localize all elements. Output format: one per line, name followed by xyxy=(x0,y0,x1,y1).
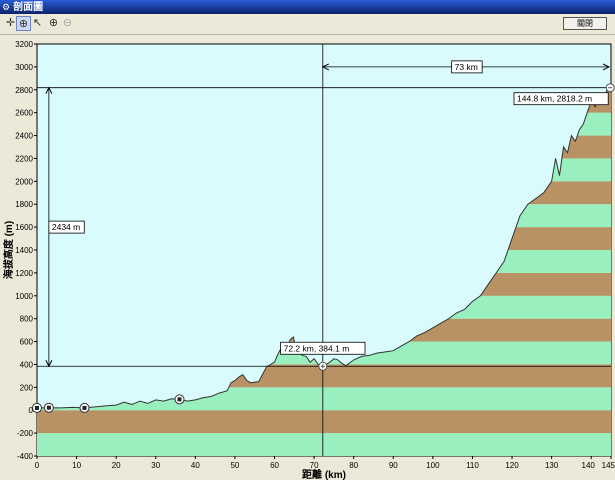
x-tick-label: 30 xyxy=(151,461,160,470)
elevation-band xyxy=(37,433,611,456)
x-tick-label: 145 xyxy=(602,461,615,470)
x-tick-label: 110 xyxy=(466,461,479,470)
y-tick-label: 600 xyxy=(20,338,34,347)
elevation-profile-chart[interactable]: -400 -200 0 200 400 600 800 1000 1200 1400 1600 180… xyxy=(0,35,615,480)
x-tick-label: 140 xyxy=(582,461,596,470)
y-tick-label: 2400 xyxy=(15,132,33,141)
x-tick-label: 40 xyxy=(191,461,200,470)
app-icon: ⚙ xyxy=(2,2,11,12)
marker-square-icon xyxy=(177,397,182,402)
y-tick-label: 1200 xyxy=(15,269,33,278)
close-button[interactable]: 關閉 xyxy=(563,17,607,30)
toolbar: ✛ ⊕ ↖ ⊕ ⊖ 關閉 xyxy=(0,14,615,35)
zoom-out-icon: ⊖ xyxy=(62,17,73,29)
y-tick-label: 1400 xyxy=(15,246,33,255)
end-point-label: 144.8 km, 2818.2 m xyxy=(517,94,592,104)
x-tick-label: 20 xyxy=(112,461,121,470)
y-tick-label: 3000 xyxy=(15,63,33,72)
y-tick-label: 1000 xyxy=(15,292,33,301)
y-tick-label: 2600 xyxy=(15,109,33,118)
y-tick-label: 1800 xyxy=(15,200,33,209)
marker-square-icon xyxy=(82,405,87,410)
x-tick-label: 0 xyxy=(35,461,40,470)
y-axis-label: 海拔高度 (m) xyxy=(2,221,15,279)
profile-window: ⚙ 剖面圖 ✛ ⊕ ↖ ⊕ ⊖ 關閉 -400 -200 0 200 400 600 800 1… xyxy=(0,0,615,480)
y-tick-label: -200 xyxy=(17,429,34,438)
crosshair-tool-button[interactable]: ⊕ xyxy=(16,16,31,31)
x-tick-label: 60 xyxy=(270,461,279,470)
title-bar: ⚙ 剖面圖 xyxy=(0,0,615,14)
zoom-in-button[interactable]: ⊕ xyxy=(46,16,61,31)
y-tick-label: 2200 xyxy=(15,154,33,163)
y-tick-label: 800 xyxy=(20,315,34,324)
y-tick-label: 1600 xyxy=(15,223,33,232)
x-tick-label: 70 xyxy=(310,461,319,470)
x-tick-label: 10 xyxy=(72,461,81,470)
marker-square-icon xyxy=(35,405,39,410)
x-tick-label: 80 xyxy=(349,461,358,470)
pointer-tool-button[interactable]: ↖ xyxy=(30,16,45,31)
x-tick-label: 90 xyxy=(389,461,398,470)
distance-label: 73 km xyxy=(455,62,478,72)
height-diff-label: 2434 m xyxy=(52,222,80,232)
y-tick-label: 200 xyxy=(20,383,34,392)
x-axis-label: 距離 (km) xyxy=(302,468,346,480)
x-tick-label: 50 xyxy=(230,461,239,470)
elevation-band xyxy=(37,410,611,434)
x-tick-label: 100 xyxy=(426,461,440,470)
y-tick-label: 3200 xyxy=(15,40,33,49)
x-tick-label: 120 xyxy=(505,461,519,470)
y-tick-label: 2000 xyxy=(15,177,33,186)
y-tick-label: 400 xyxy=(20,360,34,369)
y-tick-label: 2800 xyxy=(15,86,33,95)
crosshair-icon: ⊕ xyxy=(18,18,29,30)
pointer-icon: ↖ xyxy=(32,17,43,29)
x-tick-label: 130 xyxy=(545,461,559,470)
window-title: 剖面圖 xyxy=(13,2,44,13)
marker-square-icon xyxy=(46,405,51,410)
zoom-in-icon: ⊕ xyxy=(48,17,59,29)
pan-icon: ✛ xyxy=(5,17,16,29)
y-tick-label: -400 xyxy=(17,452,34,461)
zoom-out-button[interactable]: ⊖ xyxy=(60,16,75,31)
cursor-label: 72.2 km, 384.1 m xyxy=(284,343,350,353)
